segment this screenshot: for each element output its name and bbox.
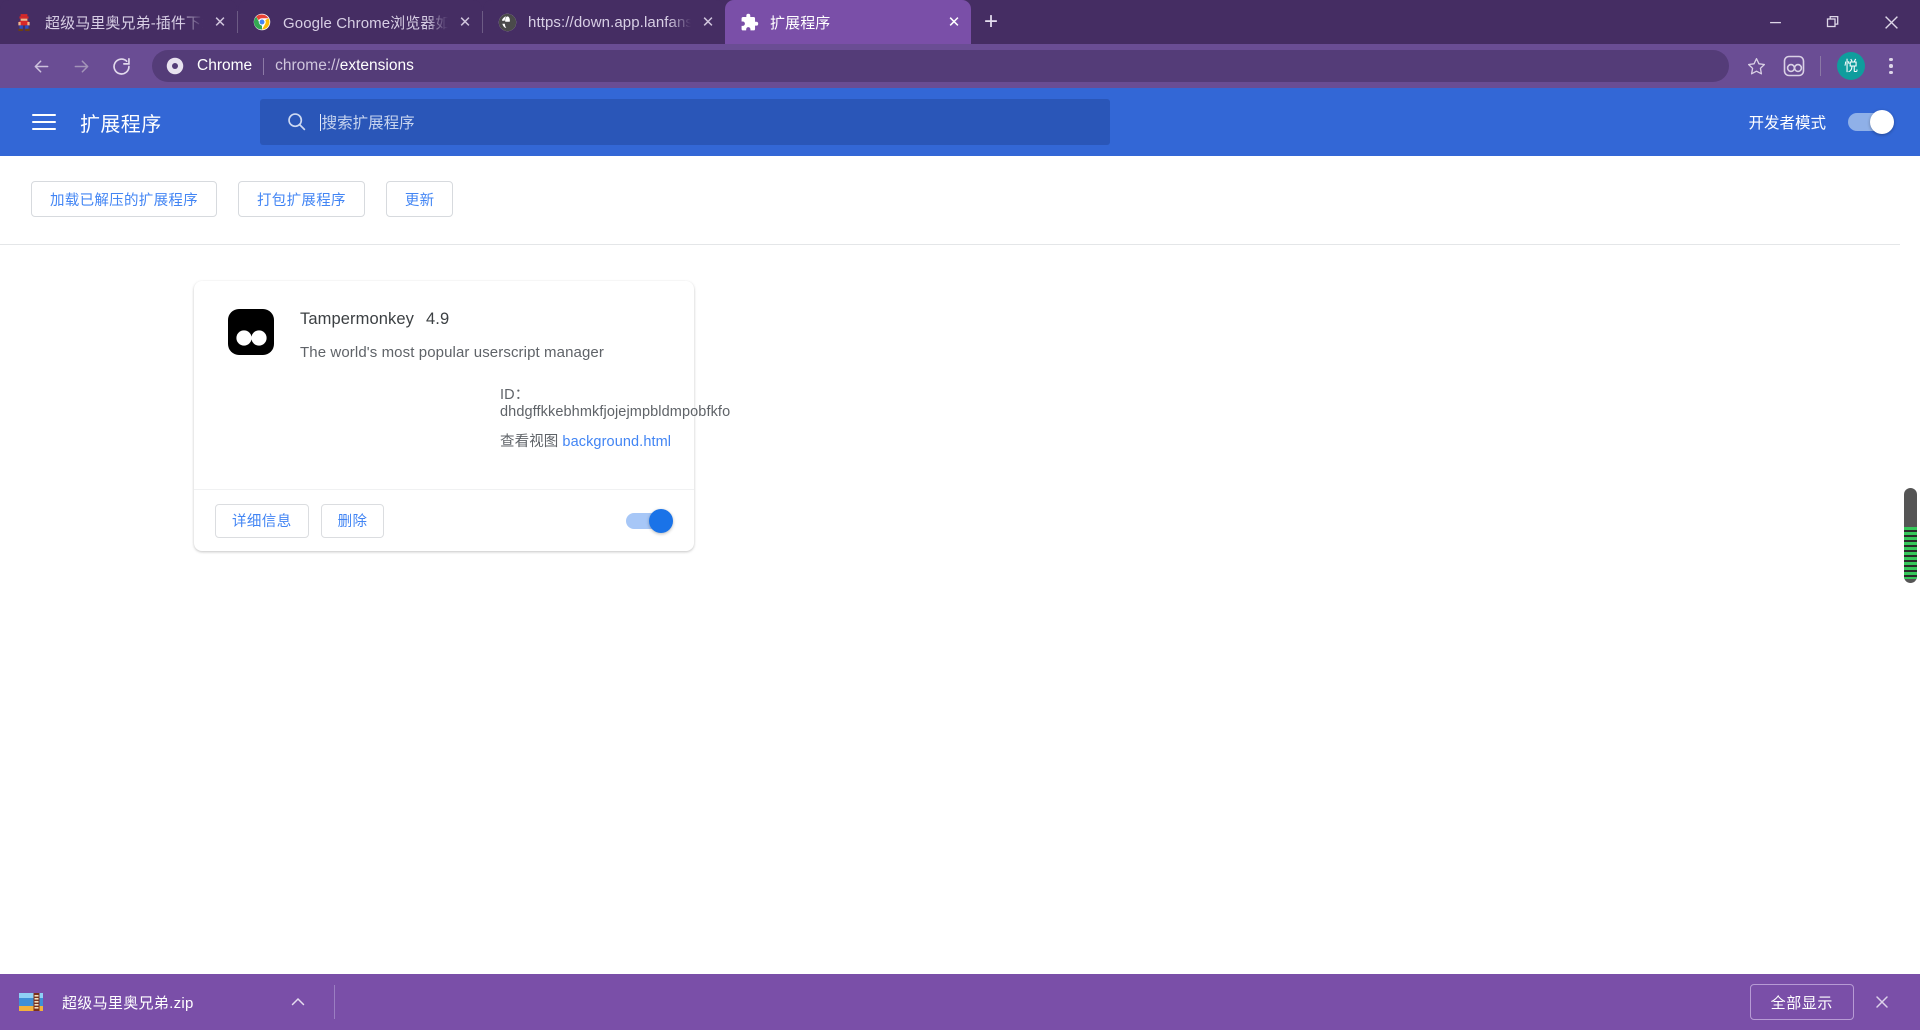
extension-card: Tampermonkey 4.9 The world's most popular… bbox=[194, 281, 730, 551]
extensions-header: 扩展程序 搜索扩展程序 开发者模式 bbox=[0, 88, 1920, 156]
scrollbar-thumb[interactable] bbox=[1904, 488, 1917, 583]
new-tab-button[interactable]: + bbox=[971, 0, 1011, 44]
omnibox-url: chrome://extensions bbox=[275, 57, 414, 74]
extension-enable-toggle[interactable] bbox=[626, 508, 673, 533]
tab-title: 扩展程序 bbox=[770, 14, 831, 32]
update-button[interactable]: 更新 bbox=[385, 181, 454, 217]
download-file-name[interactable]: 超级马里奥兄弟.zip bbox=[62, 992, 194, 1013]
extension-views: 查看视图 background.html bbox=[500, 434, 672, 450]
extension-metadata: ID：dhdgffkkebhmkfjojejmpbldmpobfkfo 查看视图… bbox=[500, 383, 730, 451]
tampermonkey-toolbar-icon[interactable] bbox=[1775, 47, 1813, 85]
globe-icon bbox=[497, 12, 517, 32]
details-button[interactable]: 详细信息 bbox=[215, 503, 309, 538]
tab-title: 超级马里奥兄弟-插件下载-Chrom bbox=[45, 14, 203, 32]
puzzle-icon bbox=[739, 12, 759, 32]
extensions-page: 扩展程序 搜索扩展程序 开发者模式 加载已解压的扩展程序 打包扩展程序 更新 T… bbox=[0, 88, 1920, 1030]
load-unpacked-button[interactable]: 加载已解压的扩展程序 bbox=[31, 181, 217, 217]
search-icon bbox=[286, 111, 308, 133]
browser-tab[interactable]: Google Chrome浏览器如何安装 ✕ bbox=[238, 0, 482, 44]
tab-close-icon[interactable]: ✕ bbox=[448, 0, 482, 44]
toolbar-divider bbox=[1820, 56, 1821, 76]
bookmark-star-icon[interactable] bbox=[1737, 47, 1775, 85]
page-scrollbar[interactable] bbox=[1900, 176, 1920, 1006]
pack-extension-button[interactable]: 打包扩展程序 bbox=[238, 181, 365, 217]
back-icon[interactable] bbox=[21, 46, 61, 86]
mario-icon bbox=[14, 12, 34, 32]
close-shelf-icon[interactable] bbox=[1860, 980, 1904, 1024]
download-shelf: 超级马里奥兄弟.zip 全部显示 bbox=[0, 974, 1920, 1030]
close-icon[interactable] bbox=[1862, 0, 1920, 44]
zip-file-icon bbox=[18, 989, 44, 1015]
omnibox-chip: Chrome bbox=[197, 57, 253, 74]
shelf-divider bbox=[333, 985, 335, 1019]
avatar[interactable]: 悦 bbox=[1837, 52, 1865, 80]
tampermonkey-icon bbox=[227, 308, 275, 356]
browser-tab-active[interactable]: 扩展程序 ✕ bbox=[725, 0, 971, 44]
tab-title: https://down.app.lanfanshu.cn bbox=[528, 13, 691, 31]
chevron-up-icon[interactable] bbox=[276, 980, 320, 1024]
chrome-logo-icon bbox=[166, 57, 184, 75]
extension-card-footer: 详细信息 删除 bbox=[194, 489, 694, 551]
chrome-icon bbox=[252, 12, 272, 32]
developer-mode-label: 开发者模式 bbox=[1748, 115, 1826, 132]
maximize-icon[interactable] bbox=[1804, 0, 1862, 44]
extensions-action-bar: 加载已解压的扩展程序 打包扩展程序 更新 bbox=[0, 156, 1920, 217]
search-input[interactable]: 搜索扩展程序 bbox=[259, 99, 1110, 145]
address-bar[interactable]: Chrome chrome://extensions bbox=[152, 50, 1729, 82]
extension-description: The world's most popular userscript mana… bbox=[300, 344, 604, 361]
chrome-menu-icon[interactable] bbox=[1874, 47, 1908, 85]
extension-name: Tampermonkey 4.9 bbox=[300, 310, 450, 328]
reload-icon[interactable] bbox=[101, 46, 141, 86]
hamburger-menu-icon[interactable] bbox=[32, 110, 56, 134]
tab-close-icon[interactable]: ✕ bbox=[691, 0, 725, 44]
tab-close-icon[interactable]: ✕ bbox=[203, 0, 237, 44]
forward-icon[interactable] bbox=[61, 46, 101, 86]
extension-id: ID：dhdgffkkebhmkfjojejmpbldmpobfkfo bbox=[500, 387, 731, 420]
page-title: 扩展程序 bbox=[80, 113, 162, 136]
window-controls bbox=[1746, 0, 1920, 44]
background-html-link[interactable]: background.html bbox=[562, 434, 671, 450]
tab-close-icon[interactable]: ✕ bbox=[937, 0, 971, 44]
show-all-downloads-button[interactable]: 全部显示 bbox=[1749, 984, 1854, 1020]
browser-toolbar: Chrome chrome://extensions 悦 bbox=[0, 44, 1920, 88]
tab-title: Google Chrome浏览器如何安装 bbox=[283, 14, 448, 32]
browser-tab[interactable]: 超级马里奥兄弟-插件下载-Chrom ✕ bbox=[0, 0, 237, 44]
browser-tab[interactable]: https://down.app.lanfanshu.cn ✕ bbox=[483, 0, 725, 44]
extensions-grid: Tampermonkey 4.9 The world's most popular… bbox=[0, 245, 1920, 551]
minimize-icon[interactable] bbox=[1746, 0, 1804, 44]
search-placeholder: 搜索扩展程序 bbox=[319, 114, 415, 132]
tab-strip: 超级马里奥兄弟-插件下载-Chrom ✕ Google Chrome浏览器如何安… bbox=[0, 0, 1920, 44]
omnibox-divider bbox=[263, 57, 265, 75]
remove-button[interactable]: 删除 bbox=[320, 503, 385, 538]
developer-mode-toggle[interactable] bbox=[1848, 110, 1894, 134]
developer-mode-control: 开发者模式 bbox=[1748, 110, 1896, 134]
